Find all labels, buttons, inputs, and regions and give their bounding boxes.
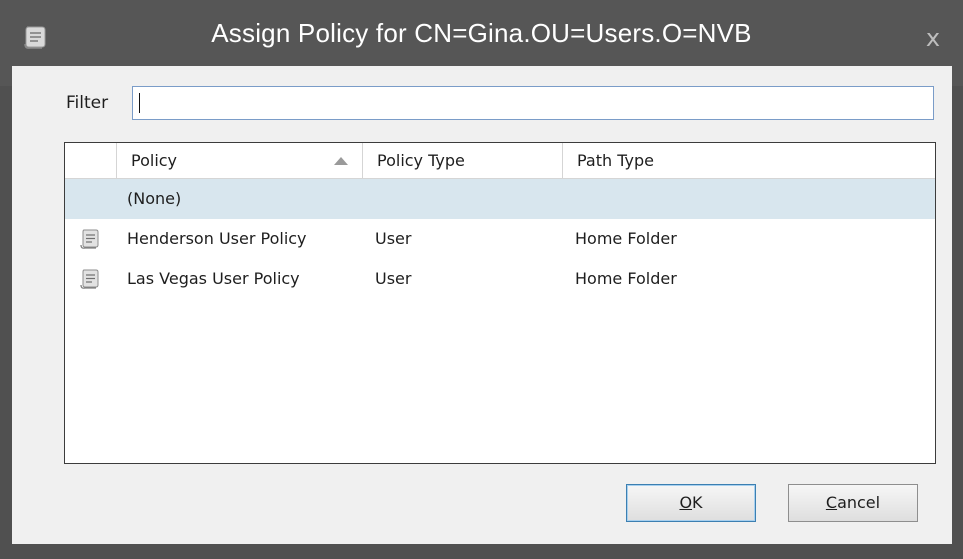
- cell-policy: (None): [127, 189, 182, 208]
- dialog-window: Assign Policy for CN=Gina.OU=Users.O=NVB…: [0, 0, 963, 559]
- header-path-type[interactable]: Path Type: [563, 143, 935, 179]
- ok-accelerator: O: [679, 493, 693, 512]
- cell-policy: Henderson User Policy: [127, 229, 307, 248]
- cell-policy-type: User: [375, 269, 412, 288]
- list-header: Policy Policy Type Path Type: [65, 143, 935, 179]
- policy-scroll-icon: [79, 228, 101, 250]
- header-policy-type[interactable]: Policy Type: [363, 143, 563, 179]
- header-policy-label: Policy: [131, 151, 178, 170]
- filter-input[interactable]: [132, 86, 934, 120]
- header-icon-column[interactable]: [65, 143, 117, 179]
- cell-path-type: Home Folder: [575, 269, 677, 288]
- filter-label: Filter: [66, 93, 109, 113]
- table-row[interactable]: (None): [65, 179, 935, 219]
- policy-list[interactable]: Policy Policy Type Path Type (None) Hend…: [64, 142, 936, 464]
- cell-policy: Las Vegas User Policy: [127, 269, 300, 288]
- cancel-button[interactable]: Cancel: [788, 484, 918, 522]
- cell-policy-type: User: [375, 229, 412, 248]
- header-policy[interactable]: Policy: [117, 143, 363, 179]
- header-policy-type-label: Policy Type: [377, 151, 465, 170]
- window-title: Assign Policy for CN=Gina.OU=Users.O=NVB: [211, 18, 752, 48]
- cancel-accelerator: C: [825, 493, 838, 512]
- text-caret: [139, 93, 140, 113]
- policy-scroll-icon: [79, 268, 101, 290]
- sort-ascending-icon: [334, 157, 348, 165]
- cell-path-type: Home Folder: [575, 229, 677, 248]
- ok-button[interactable]: OK: [626, 484, 756, 522]
- ok-label-rest: K: [692, 493, 703, 512]
- table-row[interactable]: Henderson User Policy User Home Folder: [65, 219, 935, 259]
- cancel-label-rest: ancel: [837, 493, 881, 512]
- close-icon[interactable]: x: [921, 26, 945, 50]
- header-path-type-label: Path Type: [577, 151, 654, 170]
- table-row[interactable]: Las Vegas User Policy User Home Folder: [65, 259, 935, 299]
- dialog-content: Filter Policy Policy Type Path Type (Non…: [12, 66, 952, 544]
